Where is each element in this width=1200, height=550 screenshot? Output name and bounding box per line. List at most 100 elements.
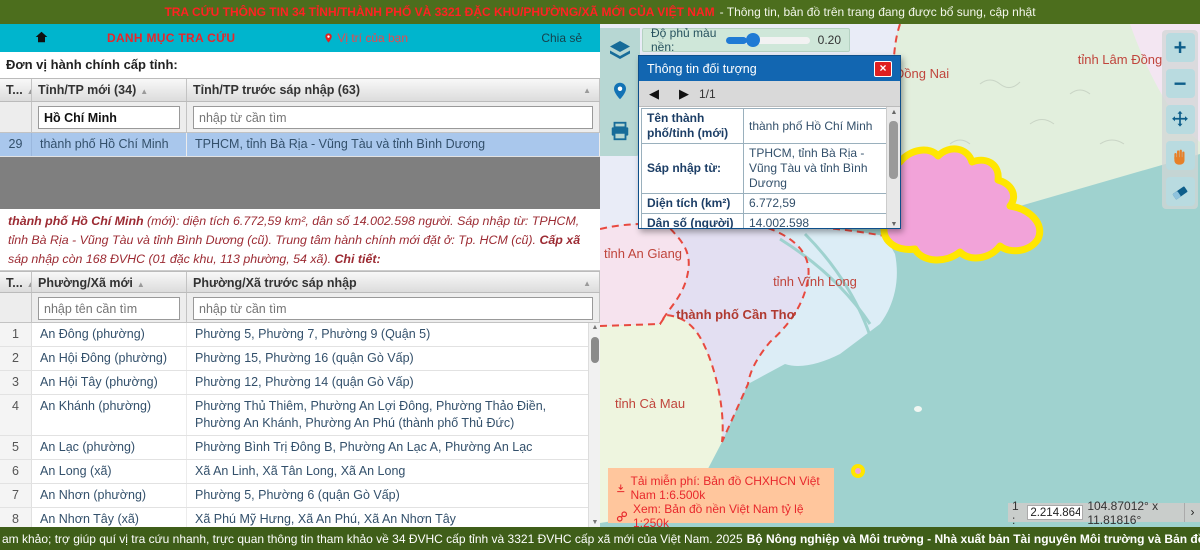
sort-icon: ▲ [137,280,145,289]
province-table: T...▲ Tỉnh/TP mới (34)▲ Tỉnh/TP trước sá… [0,78,600,209]
map-label-dong-nai: Đồng Nai [895,66,949,81]
home-icon [34,30,49,44]
scroll-up-icon[interactable]: ▲ [887,109,900,116]
link-icon [616,510,628,523]
footer-text: am khảo; trợ giúp quí vị tra cứu nhanh, … [2,532,743,546]
cursor-coordinates: 104.87012° x 11.81816° [1087,499,1196,527]
hand-tool-button[interactable] [1166,141,1195,170]
nav-bar: DANH MỤC TRA CỨU Vị trí của bạn Chia sẻ [0,24,600,52]
ward-filter-row [0,293,600,323]
scale-input[interactable] [1027,505,1083,520]
ward-table-header: T...▲ Phường/Xã mới▲ Phường/Xã trước sáp… [0,271,600,293]
province-new-filter-input[interactable] [38,106,180,129]
province-old-filter-input[interactable] [193,106,593,129]
page-subtitle: - Thông tin, bản đồ trên trang đang được… [720,5,1036,19]
province-section-heading: Đơn vị hành chính cấp tỉnh: [6,57,178,72]
eraser-button[interactable] [1166,177,1195,206]
popup-body: Tên thành phố/tỉnh (mới) thành phố Hồ Ch… [639,107,900,229]
scrollbar-thumb[interactable] [591,337,599,363]
scale-bar: 1 : 104.87012° x 11.81816° [1008,503,1200,522]
table-row[interactable]: 3 An Hội Tây (phường) Phường 12, Phường … [0,371,600,395]
layers-button[interactable] [607,38,633,64]
column-header-new-ward[interactable]: Phường/Xã mới▲ [32,272,187,292]
map-label-lam-dong: tỉnh Lâm Đồng [1078,52,1163,67]
opacity-slider-fill [726,37,748,44]
opacity-slider-handle[interactable] [746,33,760,47]
view-basemap-link[interactable]: Xem: Bản đồ nền Việt Nam tỷ lệ 1:250k [616,502,826,527]
nav-item-location[interactable]: Vị trí của bạn [323,31,408,45]
home-button[interactable] [34,30,49,47]
scroll-down-icon[interactable]: ▼ [887,221,900,228]
scrollbar-thumb[interactable] [889,121,898,179]
scale-prefix: 1 : [1012,499,1023,527]
column-header-old-ward[interactable]: Phường/Xã trước sáp nhập▲ [187,272,600,292]
ward-rows: 1 An Đông (phường) Phường 5, Phường 7, P… [0,323,600,527]
share-button[interactable]: Chia sẻ [541,31,582,45]
zoom-out-button[interactable]: − [1166,69,1195,98]
popup-scrollbar[interactable]: ▲ ▼ [886,107,900,229]
footer-publisher: Bộ Nông nghiệp và Môi trường - Nhà xuất … [747,532,1200,546]
scroll-up-icon[interactable]: ▲ [589,324,600,331]
close-button[interactable]: × [874,61,892,77]
ward-new-filter-input[interactable] [38,297,180,320]
province-filter-row [0,102,600,133]
pager-next-button[interactable]: ▶ [669,86,699,102]
location-pin-icon [611,80,629,102]
selected-island-con-dao[interactable] [853,466,863,476]
map-label-vinh-long: tỉnh Vĩnh Long [773,274,857,289]
app-window: TRA CỨU THÔNG TIN 34 TỈNH/THÀNH PHỐ VÀ 3… [0,0,1200,550]
popup-attribute-row: Dân số (người) 14.002.598 [642,214,888,230]
eraser-icon [1170,182,1190,202]
map-tool-strip [600,28,640,156]
opacity-slider-track[interactable] [726,37,810,44]
column-header-old-province[interactable]: Tỉnh/TP trước sáp nhập (63)▲ [187,79,600,101]
footer-bar: am khảo; trợ giúp quí vị tra cứu nhanh, … [0,527,1200,550]
popup-attribute-rows: Tên thành phố/tỉnh (mới) thành phố Hồ Ch… [642,109,888,230]
basemap-opacity-control: Độ phủ màu nền: 0.20 [642,28,850,52]
pager-count: 1/1 [699,87,716,101]
scalebar-expand-button[interactable]: › [1184,503,1200,522]
ward-table: T...▲ Phường/Xã mới▲ Phường/Xã trước sáp… [0,270,600,527]
top-bar: TRA CỨU THÔNG TIN 34 TỈNH/THÀNH PHỐ VÀ 3… [0,0,1200,24]
nav-item-danh-muc[interactable]: DANH MỤC TRA CỨU [107,31,235,45]
map-label-an-giang: tỉnh An Giang [604,246,682,261]
table-row[interactable]: 5 An Lạc (phường) Phường Bình Trị Đông B… [0,436,600,460]
map-label-can-tho: thành phố Cần Thơ [676,307,796,322]
hand-icon [1171,147,1189,165]
table-row[interactable]: 6 An Long (xã) Xã An Linh, Xã Tân Long, … [0,460,600,484]
popup-attribute-row: Tên thành phố/tỉnh (mới) thành phố Hồ Ch… [642,109,888,144]
column-header-index[interactable]: T...▲ [0,272,32,292]
popup-header[interactable]: Thông tin đối tượng × [639,56,900,81]
zoom-in-button[interactable]: + [1166,33,1195,62]
ward-old-filter-input[interactable] [193,297,593,320]
sort-icon: ▲ [140,87,148,96]
opacity-slider-value: 0.20 [818,33,841,47]
province-row-selected[interactable]: 29 thành phố Hồ Chí Minh TPHCM, tỉnh Bà … [0,133,600,157]
scroll-down-icon[interactable]: ▼ [589,519,600,526]
ward-table-scrollbar[interactable]: ▲ ▼ [588,323,600,527]
table-row[interactable]: 4 An Khánh (phường) Phường Thủ Thiêm, Ph… [0,395,600,436]
pager-prev-button[interactable]: ◀ [639,86,669,102]
column-header-new-province[interactable]: Tỉnh/TP mới (34)▲ [32,79,187,101]
table-row[interactable]: 2 An Hội Đông (phường) Phường 15, Phường… [0,347,600,371]
location-marker-button[interactable] [607,78,633,104]
map-controls: + − [1162,30,1198,209]
page-title: TRA CỨU THÔNG TIN 34 TỈNH/THÀNH PHỐ VÀ 3… [164,5,714,19]
layers-icon [608,39,632,63]
download-links-box: Tải miễn phí: Bản đồ CHXHCN Việt Nam 1:6… [608,468,834,523]
table-row[interactable]: 8 An Nhơn Tây (xã) Xã Phú Mỹ Hưng, Xã An… [0,508,600,527]
print-button[interactable] [607,118,633,144]
map-canvas[interactable]: tỉnh Lâm Đồng Đồng Nai tỉnh An Giang tỉn… [600,24,1200,527]
printer-icon [608,120,632,142]
opacity-slider-label: Độ phủ màu nền: [651,26,718,54]
left-panel: Đơn vị hành chính cấp tỉnh: T...▲ Tỉnh/T… [0,52,600,527]
table-row[interactable]: 1 An Đông (phường) Phường 5, Phường 7, P… [0,323,600,347]
column-header-index[interactable]: T...▲ [0,79,32,101]
pan-arrows-icon [1170,110,1190,130]
location-pin-icon [323,31,334,45]
pan-button[interactable] [1166,105,1195,134]
province-description: thành phố Hồ Chí Minh (mới): diện tích 6… [8,212,590,270]
popup-attribute-row: Diện tích (km²) 6.772,59 [642,194,888,214]
download-free-link[interactable]: Tải miễn phí: Bản đồ CHXHCN Việt Nam 1:6… [616,474,826,502]
table-row[interactable]: 7 An Nhơn (phường) Phường 5, Phường 6 (q… [0,484,600,508]
